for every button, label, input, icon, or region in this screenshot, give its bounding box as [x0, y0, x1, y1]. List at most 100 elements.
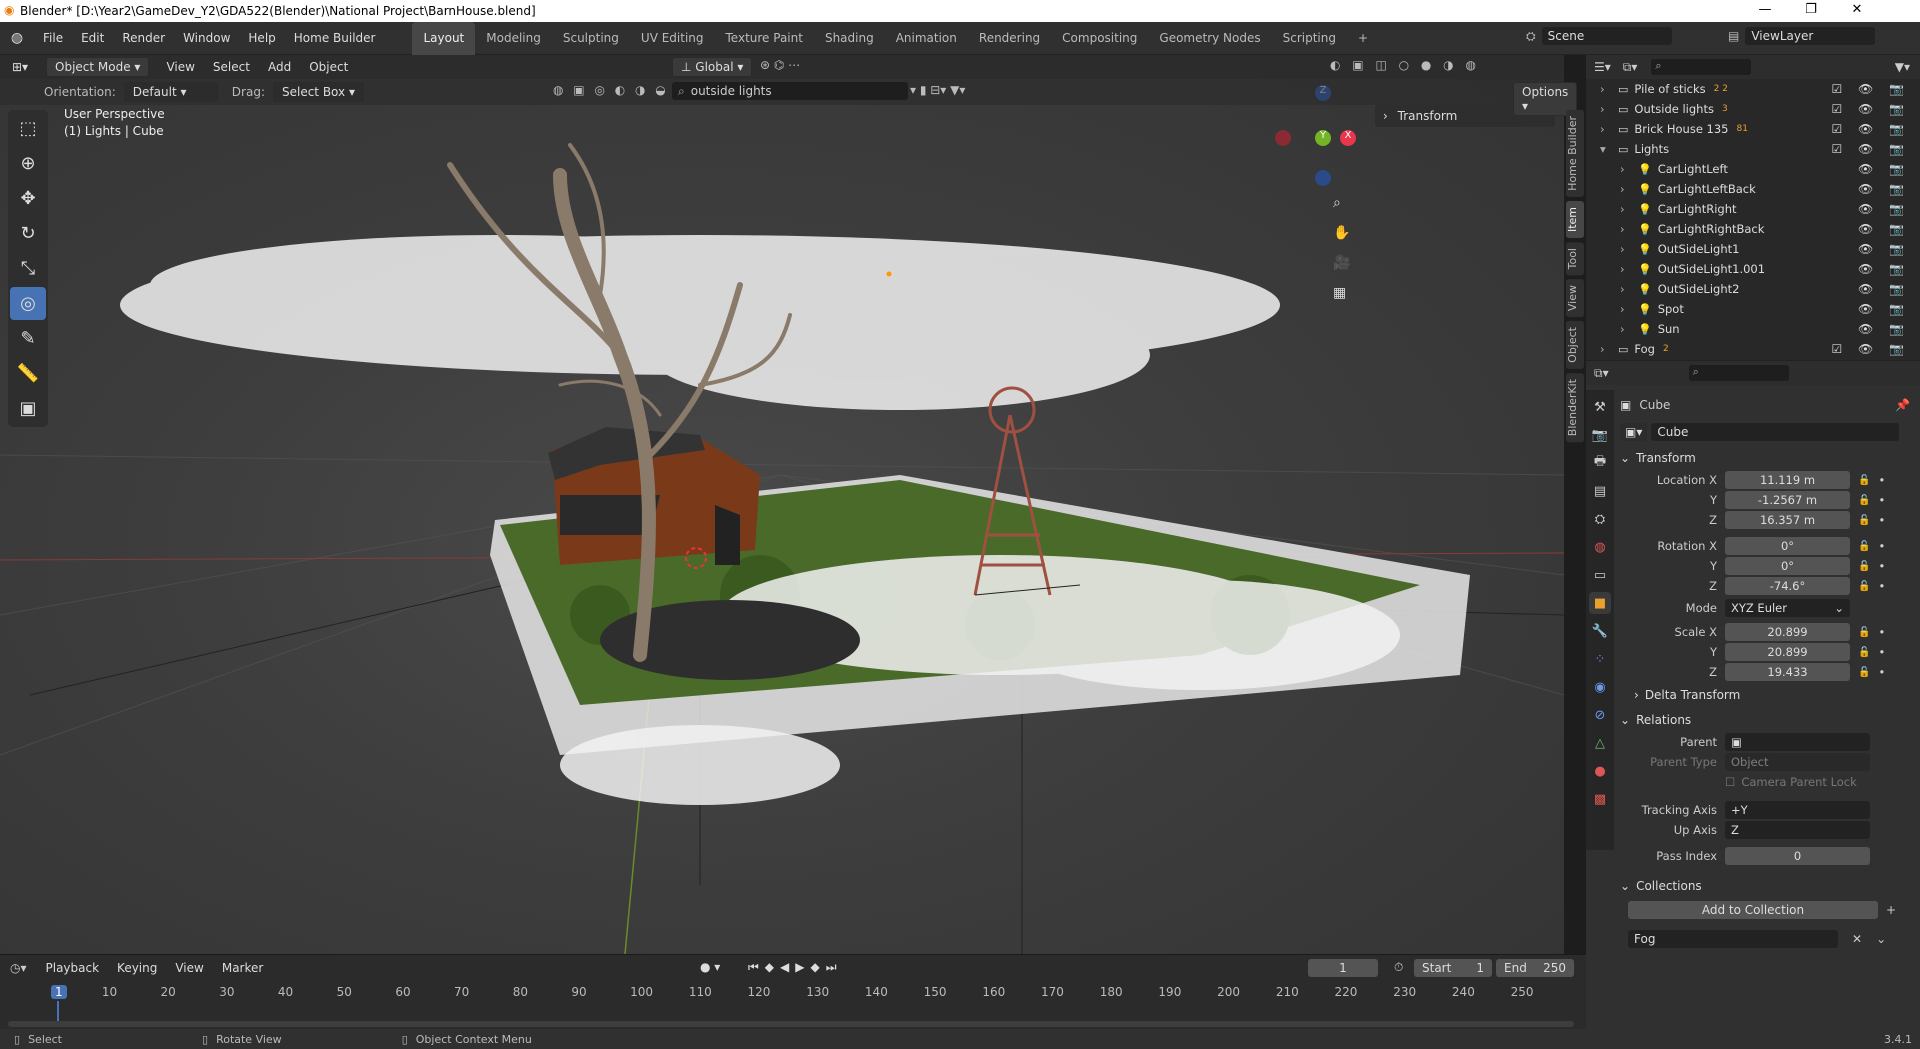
pin-icon[interactable]: 📌: [1895, 398, 1910, 412]
tab-compositing[interactable]: Compositing: [1051, 22, 1148, 55]
scene-name[interactable]: Scene: [1541, 27, 1672, 45]
select-box-tool-icon[interactable]: ⬚: [10, 112, 46, 145]
outliner-row[interactable]: › 💡 OutSideLight1 👁 📷: [1586, 239, 1920, 259]
lock-icon[interactable]: 🔓: [1858, 475, 1870, 486]
outliner-row[interactable]: › 💡 Sun 👁 📷: [1586, 319, 1920, 339]
outliner-row[interactable]: › 💡 OutSideLight1.001 👁 📷: [1586, 259, 1920, 279]
scene-selector[interactable]: ⛭ Scene: [1526, 27, 1672, 45]
visibility-icons[interactable]: ☑ 👁 📷: [1831, 142, 1910, 156]
collection-name-field[interactable]: Fog: [1628, 930, 1838, 948]
tab-texture-paint[interactable]: Texture Paint: [715, 22, 814, 55]
outliner-row[interactable]: › 💡 CarLightRightBack 👁 📷: [1586, 219, 1920, 239]
outliner-search-field[interactable]: ⌕ outside lights: [672, 82, 908, 100]
visibility-icons[interactable]: 👁 📷: [1858, 162, 1910, 176]
outliner-search-icon[interactable]: ⌕: [1651, 59, 1752, 75]
expand-right-icon[interactable]: ›: [1620, 242, 1634, 256]
keyframe-dot-icon[interactable]: •: [1878, 473, 1885, 487]
add-cube-tool-icon[interactable]: ▣: [10, 392, 46, 425]
constraints-tab-icon[interactable]: ⊘: [1589, 704, 1611, 726]
measure-tool-icon[interactable]: 📏: [10, 357, 46, 390]
outliner-row[interactable]: ▾ ▭ Lights ☑ 👁 📷: [1586, 139, 1920, 159]
location-field[interactable]: 16.357 m: [1725, 511, 1850, 529]
close-button[interactable]: ✕: [1834, 2, 1880, 17]
outliner-row[interactable]: › 💡 Spot 👁 📷: [1586, 299, 1920, 319]
tab-add[interactable]: +: [1347, 22, 1379, 55]
ortho-grid-icon[interactable]: ▦: [1333, 285, 1355, 315]
visibility-icons[interactable]: 👁 📷: [1858, 202, 1910, 216]
remove-x-icon[interactable]: ✕: [1852, 932, 1862, 946]
visibility-icons[interactable]: 👁 📷: [1858, 182, 1910, 196]
transform-orientation-dropdown[interactable]: ⊥ Global ▾: [672, 57, 753, 77]
tab-uv-editing[interactable]: UV Editing: [630, 22, 715, 55]
visibility-icons[interactable]: 👁 📷: [1858, 282, 1910, 296]
visibility-icons[interactable]: ☑ 👁 📷: [1831, 342, 1910, 356]
sidebar-tab-object[interactable]: Object: [1566, 321, 1584, 370]
timeline-ruler[interactable]: 1 10 20 30 40 50 60 70 80 90 100 110 120 130 140 150 160…: [0, 955, 1586, 1030]
add-to-collection-button[interactable]: Add to Collection: [1628, 901, 1878, 919]
visibility-icons[interactable]: ☑ 👁 📷: [1831, 102, 1910, 116]
filter-icons[interactable]: ◍ ▣ ◎ ◐ ◑ ◒: [553, 83, 669, 97]
tab-rendering[interactable]: Rendering: [968, 22, 1051, 55]
mode-dropdown[interactable]: Object Mode ▾: [46, 57, 150, 77]
expand-right-icon[interactable]: ›: [1600, 342, 1614, 356]
outliner-row[interactable]: › ▭ Outside lights 3 ☑ 👁 📷: [1586, 99, 1920, 119]
output-tab-icon[interactable]: 🖶: [1589, 452, 1611, 474]
viewport-menu-select[interactable]: Select: [204, 55, 259, 79]
viewport-menu-view[interactable]: View: [157, 55, 203, 79]
viewport-menu-add[interactable]: Add: [259, 55, 300, 79]
visibility-icons[interactable]: ☑ 👁 📷: [1831, 122, 1910, 136]
tab-modeling[interactable]: Modeling: [475, 22, 552, 55]
expand-right-icon[interactable]: ›: [1620, 282, 1634, 296]
tool-tab-icon[interactable]: ⚒: [1589, 396, 1611, 418]
lock-icon[interactable]: 🔓: [1858, 647, 1870, 658]
expand-right-icon[interactable]: ›: [1620, 182, 1634, 196]
expand-right-icon[interactable]: ›: [1600, 102, 1614, 116]
menu-file[interactable]: File: [34, 22, 72, 55]
sidebar-tab-blenderkit[interactable]: BlenderKit: [1566, 373, 1584, 443]
outliner-row[interactable]: › 💡 OutSideLight2 👁 📷: [1586, 279, 1920, 299]
timeline-scrollbar[interactable]: [8, 1021, 1574, 1027]
zoom-icon[interactable]: ⌕: [1333, 195, 1355, 225]
move-tool-icon[interactable]: ✥: [10, 182, 46, 215]
data-tab-icon[interactable]: △: [1589, 732, 1611, 754]
tab-scripting[interactable]: Scripting: [1272, 22, 1347, 55]
view-filter-icon[interactable]: ⧉▾: [1623, 60, 1638, 75]
collection-tab-icon[interactable]: ▭: [1589, 564, 1611, 586]
keyframe-dot-icon[interactable]: •: [1878, 665, 1885, 679]
visibility-icons[interactable]: 👁 📷: [1858, 222, 1910, 236]
parent-type-dropdown[interactable]: Object: [1725, 753, 1870, 771]
expand-right-icon[interactable]: ›: [1620, 322, 1634, 336]
lock-icon[interactable]: 🔓: [1858, 515, 1870, 526]
3d-viewport[interactable]: User Perspective (1) Lights | Cube ⬚ ⊕ ✥…: [0, 55, 1564, 954]
cursor-tool-icon[interactable]: ⊕: [10, 147, 46, 180]
keyframe-dot-icon[interactable]: •: [1878, 559, 1885, 573]
properties-search-icon[interactable]: ⌕: [1688, 365, 1789, 381]
data-block-type-icon[interactable]: ▣▾: [1620, 423, 1648, 441]
rotation-field[interactable]: 0°: [1725, 557, 1850, 575]
viewport-menu-object[interactable]: Object: [300, 55, 357, 79]
display-mode-icon[interactable]: ☰▾: [1594, 60, 1611, 74]
viewlayer-name[interactable]: ViewLayer: [1745, 27, 1876, 45]
visibility-icons[interactable]: 👁 📷: [1858, 262, 1910, 276]
scale-field[interactable]: 19.433: [1725, 663, 1850, 681]
keyframe-dot-icon[interactable]: •: [1878, 493, 1885, 507]
lock-icon[interactable]: 🔓: [1858, 627, 1870, 638]
expand-right-icon[interactable]: ›: [1600, 82, 1614, 96]
pan-hand-icon[interactable]: ✋: [1333, 225, 1355, 255]
chevron-down-icon[interactable]: ⌄: [1876, 932, 1886, 946]
transform-section-header[interactable]: ⌄ Transform: [1620, 446, 1910, 470]
physics-tab-icon[interactable]: ◉: [1589, 676, 1611, 698]
expand-right-icon[interactable]: ›: [1620, 262, 1634, 276]
menu-window[interactable]: Window: [174, 22, 239, 55]
keyframe-dot-icon[interactable]: •: [1878, 645, 1885, 659]
tab-animation[interactable]: Animation: [885, 22, 968, 55]
expand-down-icon[interactable]: ▾: [1600, 142, 1614, 156]
viewlayer-selector[interactable]: ▤ ViewLayer: [1728, 27, 1876, 45]
menu-home-builder[interactable]: Home Builder: [285, 22, 385, 55]
transform-tool-icon[interactable]: ◎: [10, 287, 46, 320]
keyframe-dot-icon[interactable]: •: [1878, 513, 1885, 527]
gizmo-neg-z-axis[interactable]: [1315, 170, 1331, 186]
outliner-row[interactable]: › 💡 CarLightLeftBack 👁 📷: [1586, 179, 1920, 199]
outliner-row[interactable]: › ▭ Pile of sticks 2 2 ☑ 👁 📷: [1586, 79, 1920, 99]
outliner-row[interactable]: › 💡 CarLightLeft 👁 📷: [1586, 159, 1920, 179]
